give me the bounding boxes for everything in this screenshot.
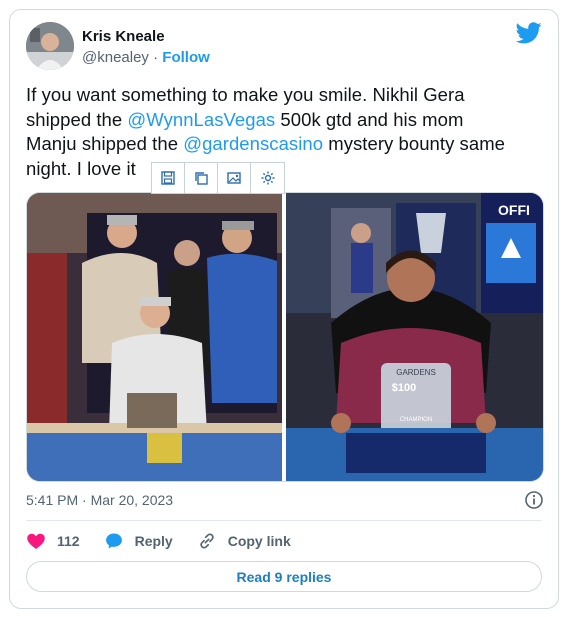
handle-separator: · <box>148 49 163 66</box>
save-icon[interactable] <box>152 163 185 193</box>
mention-wynnlasvegas[interactable]: @WynnLasVegas <box>127 109 275 130</box>
plaque-amount: $100 <box>392 382 416 394</box>
tweet-line-2-pre: shipped the <box>26 108 128 130</box>
tweet-media: OFFI GARDENS $100 CHAMPION <box>26 192 544 482</box>
plaque-bottom: CHAMPION <box>400 417 432 423</box>
divider <box>26 520 542 521</box>
tweet-line-2-post: 500k gtd and his mom <box>275 108 464 130</box>
author-name[interactable]: Kris Kneale <box>82 28 165 45</box>
author-handle-row: @knealey · Follow <box>82 49 210 66</box>
tweet-line-4: night. I love it <box>26 157 136 179</box>
banner-text: OFFI <box>498 202 530 218</box>
mention-gardenscasino[interactable]: @gardenscasino <box>183 133 323 154</box>
tweet-line-3-post: mystery bounty same <box>323 133 505 154</box>
reply-label: Reply <box>134 533 173 549</box>
author-avatar[interactable] <box>26 22 74 70</box>
author-handle[interactable]: @knealey <box>82 49 149 66</box>
plaque-top: GARDENS <box>396 368 436 377</box>
read-replies-button[interactable]: Read 9 replies <box>26 561 542 592</box>
reply-button[interactable]: Reply <box>104 531 173 551</box>
tweet-line-3: Manju shipped the @gardenscasino mystery… <box>26 132 546 157</box>
tweet-header: Kris Kneale @knealey · Follow <box>26 22 542 70</box>
image-icon[interactable] <box>218 163 251 193</box>
tweet-card: Kris Kneale @knealey · Follow If you wan… <box>9 9 559 609</box>
tweet-line-3-pre: Manju shipped the <box>26 133 184 154</box>
reply-icon <box>105 533 122 549</box>
link-icon <box>200 533 214 549</box>
tweet-line-1: If you want something to make you smile.… <box>26 84 465 105</box>
tweet-timestamp[interactable]: 5:41 PM · Mar 20, 2023 <box>26 492 173 508</box>
info-icon[interactable] <box>524 490 544 510</box>
heart-icon <box>27 533 45 549</box>
tweet-text: If you want something to make you smile.… <box>26 83 546 181</box>
twitter-bird-icon[interactable] <box>516 22 542 44</box>
photo-winners-group[interactable] <box>27 193 283 481</box>
photo-champion[interactable]: OFFI GARDENS $100 CHAMPION <box>286 193 543 481</box>
copy-icon[interactable] <box>185 163 218 193</box>
tweet-actions: 112 Reply Copy link <box>26 529 315 553</box>
copy-link-label: Copy link <box>227 533 291 549</box>
copy-link-button[interactable]: Copy link <box>197 531 291 551</box>
follow-button[interactable]: Follow <box>162 49 210 66</box>
tweet-line-2: shipped the @WynnLasVegas 500k gtd and h… <box>26 108 546 133</box>
like-count: 112 <box>57 533 80 549</box>
settings-icon[interactable] <box>251 163 284 193</box>
like-button[interactable]: 112 <box>26 531 80 551</box>
image-toolbar <box>151 162 285 194</box>
